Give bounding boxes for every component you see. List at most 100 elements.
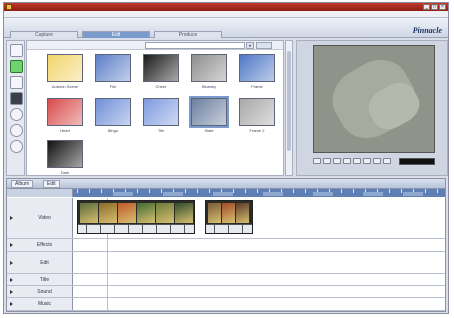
tab-produce[interactable]: Produce [154,31,222,38]
track-column [73,252,108,273]
track-header[interactable]: Sound [7,286,73,297]
step-back-icon[interactable] [343,158,351,164]
library-thumbnail[interactable] [239,98,275,126]
track-name: Video [38,215,51,221]
clip-divider [100,225,101,233]
expand-arrow-icon[interactable] [10,216,13,220]
ruler-marker [363,192,383,196]
window-controls: _ □ × [423,4,446,10]
photo-tool-icon[interactable] [10,92,23,105]
thumbnail-label: Bluesky [201,84,216,89]
library-thumbnail[interactable] [191,54,227,82]
preview-panel [296,40,448,176]
library-thumbnail[interactable] [47,140,83,168]
video-tool-icon[interactable] [10,44,23,57]
play-icon[interactable] [313,158,321,164]
rewind-icon[interactable] [333,158,341,164]
sound-effects-tool-icon[interactable] [10,124,23,137]
ruler-tick [257,189,258,193]
scrollbar-thumb[interactable] [287,51,291,151]
clip-divider [228,225,229,233]
clip-frame [118,203,136,223]
clip-divider [142,225,143,233]
track-header[interactable]: Music [7,298,73,310]
library-toolbar: ▾ [27,41,283,50]
library-scrollbar[interactable] [285,40,293,176]
video-clip[interactable] [77,200,195,234]
clip-frame [80,203,98,223]
clip-frame [156,203,174,223]
maximize-button[interactable]: □ [431,4,438,10]
menu-bar [4,11,448,18]
tab-capture[interactable]: Capture [10,31,78,38]
library-panel: ▾ Autumn Scene File Cheer Bluesky Frame Heart… [26,40,284,176]
clip-audio-strip [206,224,252,233]
clip-frame [222,203,235,223]
ruler-tick [305,189,306,193]
clip-audio-strip [78,224,194,233]
track-header[interactable]: Edit [7,252,73,273]
expand-arrow-icon[interactable] [10,243,13,247]
tab-edit[interactable]: Edit [82,31,150,38]
expand-arrow-icon[interactable] [10,277,13,282]
track-header[interactable]: Video [7,198,73,238]
thumbnail-label: File [109,84,117,89]
clip-frame [137,203,155,223]
library-dropdown[interactable] [145,42,245,49]
close-button[interactable]: × [439,4,446,10]
tab-storyboard[interactable]: Album [11,180,34,188]
titles-tool-icon[interactable] [10,76,23,89]
disc-menu-tool-icon[interactable] [10,108,23,121]
library-thumbnail[interactable] [47,98,83,126]
clip-divider [170,225,171,233]
clip-divider [214,225,215,233]
ruler-marker [403,192,423,196]
library-thumbnail[interactable] [143,54,179,82]
clip-frame [208,203,221,223]
step-forward-icon[interactable] [353,158,361,164]
library-thumbnail[interactable] [143,98,179,126]
library-thumbnail[interactable] [239,54,275,82]
minimize-button[interactable]: _ [423,4,430,10]
tab-timeline[interactable]: Edit [43,180,60,188]
track-row: Edit [7,252,445,274]
track-header[interactable]: Title [7,274,73,285]
library-action-button[interactable] [256,42,272,49]
thumbnail-label: Slate [204,128,214,133]
ruler-tick [185,189,186,193]
ruler-tick [149,189,150,193]
library-thumbnail[interactable] [189,96,229,128]
thumbnail-label: Dark [60,170,70,175]
expand-arrow-icon[interactable] [10,260,13,265]
ruler-tick [161,189,162,193]
timeline-panel: Album Edit Video Effects Edit Title Sound Mus… [6,178,446,312]
track-header[interactable]: Effects [7,239,73,251]
volume-icon[interactable] [383,158,391,164]
timecode-display [399,158,435,165]
ruler-marker [113,192,133,196]
playback-controls [313,155,435,173]
clip-frame [175,203,193,223]
video-clip[interactable] [205,200,253,234]
clip-frame [236,203,249,223]
timeline-ruler[interactable] [73,189,445,197]
ruler-tick [293,189,294,193]
chevron-down-icon[interactable]: ▾ [246,42,254,49]
ruler-tick [341,189,342,193]
transitions-tool-icon[interactable] [10,60,23,73]
track-row: Sound [7,286,445,298]
fast-forward-icon[interactable] [363,158,371,164]
expand-arrow-icon[interactable] [10,302,13,306]
library-thumbnail[interactable] [47,54,83,82]
mode-bar: Capture Edit Produce Pinnacle [4,18,448,38]
tool-column [6,40,25,176]
music-tool-icon[interactable] [10,140,23,153]
expand-arrow-icon[interactable] [10,289,13,294]
library-thumbnail[interactable] [95,54,131,82]
library-thumbnail[interactable] [95,98,131,126]
ruler-tick [389,189,390,193]
repeat-icon[interactable] [373,158,381,164]
stop-icon[interactable] [323,158,331,164]
clip-divider [156,225,157,233]
clip-divider [128,225,129,233]
